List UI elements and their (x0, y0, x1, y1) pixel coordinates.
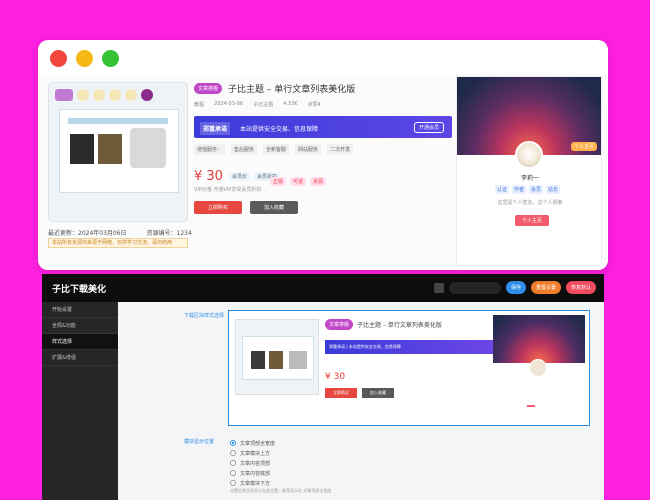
category-tag[interactable]: 文章排版 (194, 83, 223, 94)
radio-label: 文章内容底部 (240, 470, 271, 477)
radio-option[interactable]: 文章模块下方 (230, 478, 275, 488)
product-meta: 教程 2024-03-06 子比主题 4.33K 点赞4 (194, 101, 452, 108)
price: ¥ 30 (194, 169, 223, 184)
position-label: 模块显示位置 (184, 439, 215, 445)
sidebar-item-start[interactable]: 开始设置 (42, 302, 118, 318)
menu-icon[interactable] (433, 282, 444, 293)
author-tag: 站长 (546, 185, 561, 194)
product-title: 子比主题 – 单行文章列表美化版 (228, 85, 356, 95)
author-tag: 会员 (529, 185, 544, 194)
pill: 资源 (310, 177, 327, 186)
admin-actions: 保存 重置设置 恢复默认 (433, 281, 596, 294)
update-date: 最近更新：2024年03月06日 (48, 230, 127, 237)
resource-id: 资源编号：1234 (146, 230, 192, 237)
minimize-dot-icon[interactable] (76, 50, 93, 67)
maximize-dot-icon[interactable] (102, 50, 119, 67)
radio-label: 文章模块上方 (240, 450, 271, 457)
author-home-button[interactable]: 个人主页 (515, 215, 550, 226)
preview-fav-button: 加入收藏 (362, 388, 394, 398)
product-info: 文章排版 子比主题 – 单行文章列表美化版 教程 2024-03-06 子比主题… (194, 82, 452, 214)
author-card: 个人主页 李莉一 认证 作者 会员 站长 这里是个人签名，这个人很懒 个人主页 (456, 76, 602, 266)
cover-tag[interactable]: 个人主页 (570, 142, 597, 151)
reset-button[interactable]: 重置设置 (530, 281, 561, 294)
admin-main: 下载区块样式选择 文章排版 子比主题 – 单行文章列表美化版 郑重承诺 | 本站… (118, 302, 604, 500)
pill: 正版 (270, 177, 287, 186)
radio-label: 文章内容顶部 (240, 460, 271, 467)
buy-button[interactable]: 立即购买 (194, 201, 243, 214)
product-area: 最近更新：2024年03月06日 资源编号：1234 本站所有资源均来源于网络，… (38, 74, 608, 270)
thumbnail-screen (59, 109, 179, 193)
radio-label: 文章模块下方 (240, 480, 271, 487)
notice-bar: 本站所有资源均来源于网络，仅供学习交流，请勿商用 (48, 238, 188, 248)
preview-price: ¥ 30 (325, 372, 346, 382)
feature-item: 售后服务 (231, 144, 258, 155)
admin-panel: 子比下载美化 保存 重置设置 恢复默认 开始设置 全局&功能 样式选择 扩展&增… (42, 274, 604, 500)
restore-button[interactable]: 恢复默认 (565, 281, 596, 294)
banner-name: 郑重承诺 (200, 122, 231, 135)
sidebar-item-extend[interactable]: 扩展&增强 (42, 350, 118, 366)
style-preview-option[interactable]: 文章排版 子比主题 – 单行文章列表美化版 郑重承诺 | 本站提供安全交易、信息… (228, 310, 590, 426)
close-dot-icon[interactable] (50, 50, 67, 67)
vip-subline: VIP价格 开通VIP享受会员折扣 (194, 187, 262, 193)
sidebar-item-style[interactable]: 样式选择 (42, 334, 118, 350)
admin-sidebar: 开始设置 全局&功能 样式选择 扩展&增强 (42, 302, 118, 500)
author-desc: 这里是个人签名，这个人很懒 (497, 200, 563, 206)
radio-option[interactable]: 文章模块上方 (230, 448, 275, 458)
preview-window: 最近更新：2024年03月06日 资源编号：1234 本站所有资源均来源于网络，… (38, 40, 608, 270)
meta-item: 4.33K (283, 101, 298, 107)
radio-option[interactable]: 文章内容顶部 (230, 458, 275, 468)
feature-item: 网站服务 (295, 144, 322, 155)
banner-button[interactable]: 开通会员 (413, 122, 444, 133)
radio-icon[interactable] (230, 460, 236, 466)
preview-author-card (493, 315, 585, 423)
preview-thumbnail (235, 319, 319, 395)
preview-banner: 郑重承诺 | 本站提供安全交易、信息保障 (325, 340, 495, 354)
save-button[interactable]: 保存 (505, 281, 526, 294)
resource-pills: 正版 可退 资源 (270, 177, 327, 186)
radio-icon[interactable] (230, 480, 236, 486)
meta-item: 子比主题 (253, 102, 274, 108)
admin-title: 子比下载美化 (52, 285, 107, 295)
author-tag: 认证 (495, 185, 510, 194)
meta-item: 教程 (194, 102, 205, 108)
radio-checked-icon[interactable] (230, 440, 236, 446)
sidebar-item-global[interactable]: 全局&功能 (42, 318, 118, 334)
avatar[interactable] (515, 141, 543, 169)
feature-list: 增值服务： 售后服务 全新客服 网站服务 二次开发 (194, 144, 452, 155)
meta-item: 2024-03-06 (214, 101, 244, 107)
radio-icon[interactable] (230, 470, 236, 476)
price-badge: 会员价 (228, 172, 250, 181)
thumbnail-tabs (55, 89, 181, 103)
banner-text: 本站提供安全交易、信息保障 (240, 126, 319, 133)
position-radio-group: 文章顶部全宽度 文章模块上方 文章内容顶部 文章内容底部 文章模块下方 (230, 438, 275, 488)
admin-header: 子比下载美化 保存 重置设置 恢复默认 (42, 274, 604, 302)
feature-item: 二次开发 (327, 144, 354, 155)
feature-item: 增值服务： (194, 144, 226, 155)
feature-item: 全新客服 (263, 144, 290, 155)
author-tags: 认证 作者 会员 站长 (495, 185, 561, 194)
meta-item: 点赞4 (307, 102, 321, 108)
author-tag: 作者 (512, 185, 527, 194)
preview-cover (493, 315, 585, 363)
window-controls (50, 50, 119, 67)
radio-option[interactable]: 文章内容底部 (230, 468, 275, 478)
resource-stats: 最近更新：2024年03月06日 资源编号：1234 (48, 228, 192, 237)
author-name: 李莉一 (520, 175, 539, 182)
pill: 可退 (290, 177, 307, 186)
product-thumbnail[interactable] (48, 82, 188, 222)
preview-buy-button: 立即购买 (325, 388, 357, 398)
search-input[interactable] (448, 281, 501, 294)
position-hint: 设置后将全局显示在此位置，推荐显示在 文章顶部全宽度 (230, 488, 332, 493)
radio-label: 文章顶部全宽度 (240, 440, 276, 447)
promise-banner: 郑重承诺 本站提供安全交易、信息保障 开通会员 (194, 116, 452, 138)
radio-icon[interactable] (230, 450, 236, 456)
style-select-label: 下载区块样式选择 (184, 313, 225, 319)
preview-author-button (527, 405, 535, 407)
preview-tag: 文章排版 (325, 319, 354, 330)
radio-option[interactable]: 文章顶部全宽度 (230, 438, 275, 448)
preview-title: 子比主题 – 单行文章列表美化版 (357, 322, 442, 329)
preview-info: 文章排版 子比主题 – 单行文章列表美化版 郑重承诺 | 本站提供安全交易、信息… (325, 319, 495, 398)
preview-avatar (529, 359, 547, 377)
favorite-button[interactable]: 加入收藏 (250, 201, 299, 214)
